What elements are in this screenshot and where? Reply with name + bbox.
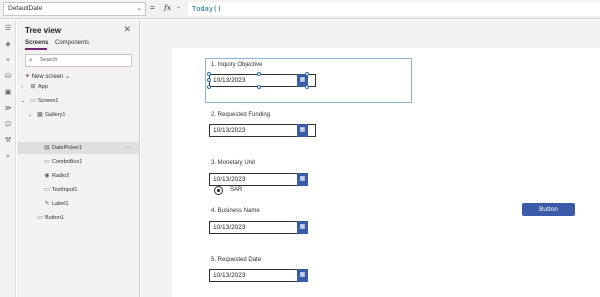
app-icon: ⊞ <box>30 84 36 90</box>
chevron-down-icon: ⌄ <box>136 5 142 12</box>
text-input-icon: ▭ <box>44 187 50 193</box>
tree-item-gallery1[interactable]: ⌄ ▦ Gallery1 <box>17 109 139 121</box>
search-placeholder: Search <box>40 57 58 63</box>
fx-icon[interactable]: fx <box>164 3 171 12</box>
chevron-down-icon[interactable]: ⌄ <box>21 95 28 107</box>
tree-item-label: Label1 <box>52 201 69 207</box>
tree-item-label: ComboBox1 <box>52 159 83 165</box>
combobox-icon: ▭ <box>44 159 50 165</box>
tree-view-title: Tree view <box>25 26 62 35</box>
more-options-icon[interactable]: ··· <box>125 142 131 154</box>
tools-icon[interactable]: ⚒ <box>4 137 12 145</box>
new-screen-label: New screen <box>31 74 64 80</box>
tree-item-combobox1[interactable]: ▭ ComboBox1 <box>17 156 139 168</box>
resize-handle[interactable] <box>207 85 211 89</box>
tree-item-label: Radio2 <box>52 173 70 179</box>
chevron-down-icon[interactable]: ⌄ <box>28 109 35 121</box>
tree-item-label: Gallery1 <box>45 112 66 118</box>
radio-option-label: SAR <box>230 187 243 193</box>
tree-item-datepicker1[interactable]: ▤ DatePicker1 ··· <box>17 142 139 154</box>
radio-selected-dot <box>217 189 220 192</box>
media-icon[interactable]: ▣ <box>4 89 12 97</box>
search-icon: ⌕ <box>29 57 33 64</box>
date-picker-monetary-unit[interactable]: 10/13/2023 <box>209 173 307 186</box>
variables-icon[interactable]: ⊡ <box>4 121 12 129</box>
layers-icon[interactable]: ◈ <box>4 41 12 49</box>
property-dropdown[interactable]: DefaultDate ⌄ <box>3 2 146 16</box>
tab-components[interactable]: Components <box>55 40 89 46</box>
resize-handle[interactable] <box>207 72 211 76</box>
date-picker-requested-date[interactable]: 10/13/2023 <box>209 269 307 282</box>
screen-icon: ▭ <box>30 98 36 104</box>
chevron-right-icon[interactable]: › <box>21 81 28 93</box>
field-label-requested-funding: 2. Requested Funding <box>211 112 271 118</box>
automate-icon[interactable]: ≫ <box>4 105 12 113</box>
resize-handle[interactable] <box>257 85 261 89</box>
tree-item-label: App <box>38 84 48 90</box>
tree-item-screen1[interactable]: ⌄ ▭ Screen1 <box>17 95 139 107</box>
calendar-icon[interactable]: ▦ <box>297 173 308 186</box>
active-tab-indicator <box>25 48 47 50</box>
resize-handle[interactable] <box>207 78 211 82</box>
formula-input[interactable]: Today() <box>188 2 600 16</box>
equals-sign: = <box>150 3 155 12</box>
tree-item-label1[interactable]: ✎ Label1 <box>17 198 139 210</box>
gallery-icon: ▦ <box>37 112 43 118</box>
tab-screens[interactable]: Screens <box>25 40 48 46</box>
tree-view-panel: Tree view ✕ Screens Components ⌕ Search … <box>17 20 140 297</box>
radio-icon: ◉ <box>44 173 50 179</box>
resize-handle[interactable] <box>305 85 309 89</box>
tree-item-button1[interactable]: ▭ Button1 <box>17 212 139 224</box>
plus-icon: + <box>25 71 30 80</box>
field-label-requested-date: 5. Requested Date <box>211 257 262 263</box>
menu-icon[interactable]: ☰ <box>4 25 12 33</box>
calendar-icon[interactable]: ▦ <box>297 269 308 282</box>
tree-item-label: Button1 <box>45 215 64 221</box>
date-picker-requested-funding[interactable]: 10/13/2023 <box>209 124 307 137</box>
button-icon: ▭ <box>37 215 43 221</box>
chevron-down-icon: ⌄ <box>65 74 71 80</box>
data-icon[interactable]: ⛁ <box>4 73 12 81</box>
calendar-icon: ▤ <box>44 145 50 151</box>
insert-icon[interactable]: + <box>4 57 12 65</box>
resize-handle[interactable] <box>305 72 309 76</box>
calendar-icon[interactable]: ▦ <box>297 124 308 137</box>
close-icon[interactable]: ✕ <box>123 24 131 35</box>
property-name: DefaultDate <box>8 5 43 12</box>
search-input[interactable]: ⌕ Search <box>25 54 132 67</box>
date-picker-business-name[interactable]: 10/13/2023 <box>209 221 307 234</box>
tree-item-label: Screen1 <box>38 98 59 104</box>
chevron-down-icon[interactable]: ⌄ <box>176 3 181 10</box>
calendar-icon[interactable]: ▦ <box>297 221 308 234</box>
label-icon: ✎ <box>44 201 50 207</box>
resize-handle[interactable] <box>257 72 261 76</box>
left-rail: ☰ ◈ + ⛁ ▣ ≫ ⊡ ⚒ ⌕ <box>0 20 16 297</box>
tree-item-label: DatePicker1 <box>52 145 82 151</box>
tree-item-radio2[interactable]: ◉ Radio2 <box>17 170 139 182</box>
tree-item-textinput1[interactable]: ▭ TextInput1 <box>17 184 139 196</box>
search-icon[interactable]: ⌕ <box>4 153 12 161</box>
radio-button[interactable] <box>214 186 223 195</box>
formula-bar: DefaultDate ⌄ = fx ⌄ Today() <box>0 0 600 19</box>
field-label-business-name: 4. Business Name <box>211 208 260 214</box>
new-screen-button[interactable]: + New screen ⌄ <box>25 71 70 80</box>
tree-item-label: TextInput1 <box>52 187 78 193</box>
tree-item-app[interactable]: › ⊞ App <box>17 81 139 93</box>
canvas-button[interactable]: Button <box>522 203 575 216</box>
field-label-monetary-unit: 3. Monetary Unit <box>211 160 256 166</box>
field-label-inquiry-objective: 1. Inquiry Objective <box>211 62 263 68</box>
